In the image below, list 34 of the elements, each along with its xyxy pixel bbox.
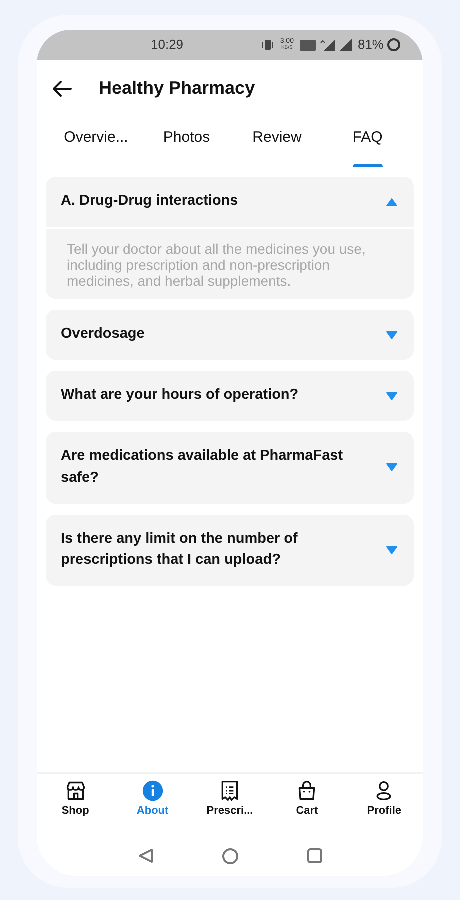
caret-down-icon: [386, 330, 398, 340]
faq-question[interactable]: Overdosage: [46, 310, 414, 360]
recent-apps-icon[interactable]: [306, 848, 322, 864]
tab[interactable]: Review: [232, 117, 322, 167]
tab[interactable]: FAQ: [322, 117, 413, 167]
faq-question[interactable]: Is there any limit on the number of prescriptions that I can upload?: [46, 514, 414, 586]
vibrate-icon: [262, 39, 274, 51]
shop-icon: [64, 780, 87, 802]
faq-question[interactable]: Are medications available at PharmaFast safe?: [46, 432, 414, 504]
back-arrow-icon[interactable]: [51, 80, 73, 98]
nav-tab[interactable]: Cart: [268, 780, 346, 836]
signal-icon: [340, 39, 352, 51]
battery-percent: 81%: [358, 36, 384, 54]
page-title: Healthy Pharmacy: [99, 78, 256, 100]
receipt-icon: [219, 780, 241, 802]
faq-question[interactable]: What are your hours of operation?: [46, 371, 414, 421]
nav-tab[interactable]: Prescri...: [191, 780, 269, 836]
info-icon: [142, 780, 164, 802]
tab[interactable]: Photos: [142, 117, 232, 167]
tab[interactable]: Overvie...: [51, 117, 142, 167]
caret-up-icon: [386, 198, 398, 206]
status-time: 10:29: [151, 36, 184, 54]
faq-answer: Tell your doctor about all the medicines you use, including prescription and non-prescription medicines, and herbal supplements.: [46, 227, 414, 299]
back-icon[interactable]: [138, 848, 154, 864]
home-icon[interactable]: [222, 848, 238, 864]
nav-tab[interactable]: Shop: [37, 780, 114, 836]
caret-down-icon: [386, 392, 398, 400]
caret-down-icon: [386, 546, 398, 555]
signal-icon: [320, 39, 336, 51]
faq-question[interactable]: A. Drug-Drug interactions: [46, 177, 414, 227]
nav-tab[interactable]: About: [114, 780, 192, 836]
battery-icon: [387, 38, 401, 52]
nav-tab[interactable]: Profile: [346, 780, 423, 836]
caret-down-icon: [386, 463, 398, 472]
